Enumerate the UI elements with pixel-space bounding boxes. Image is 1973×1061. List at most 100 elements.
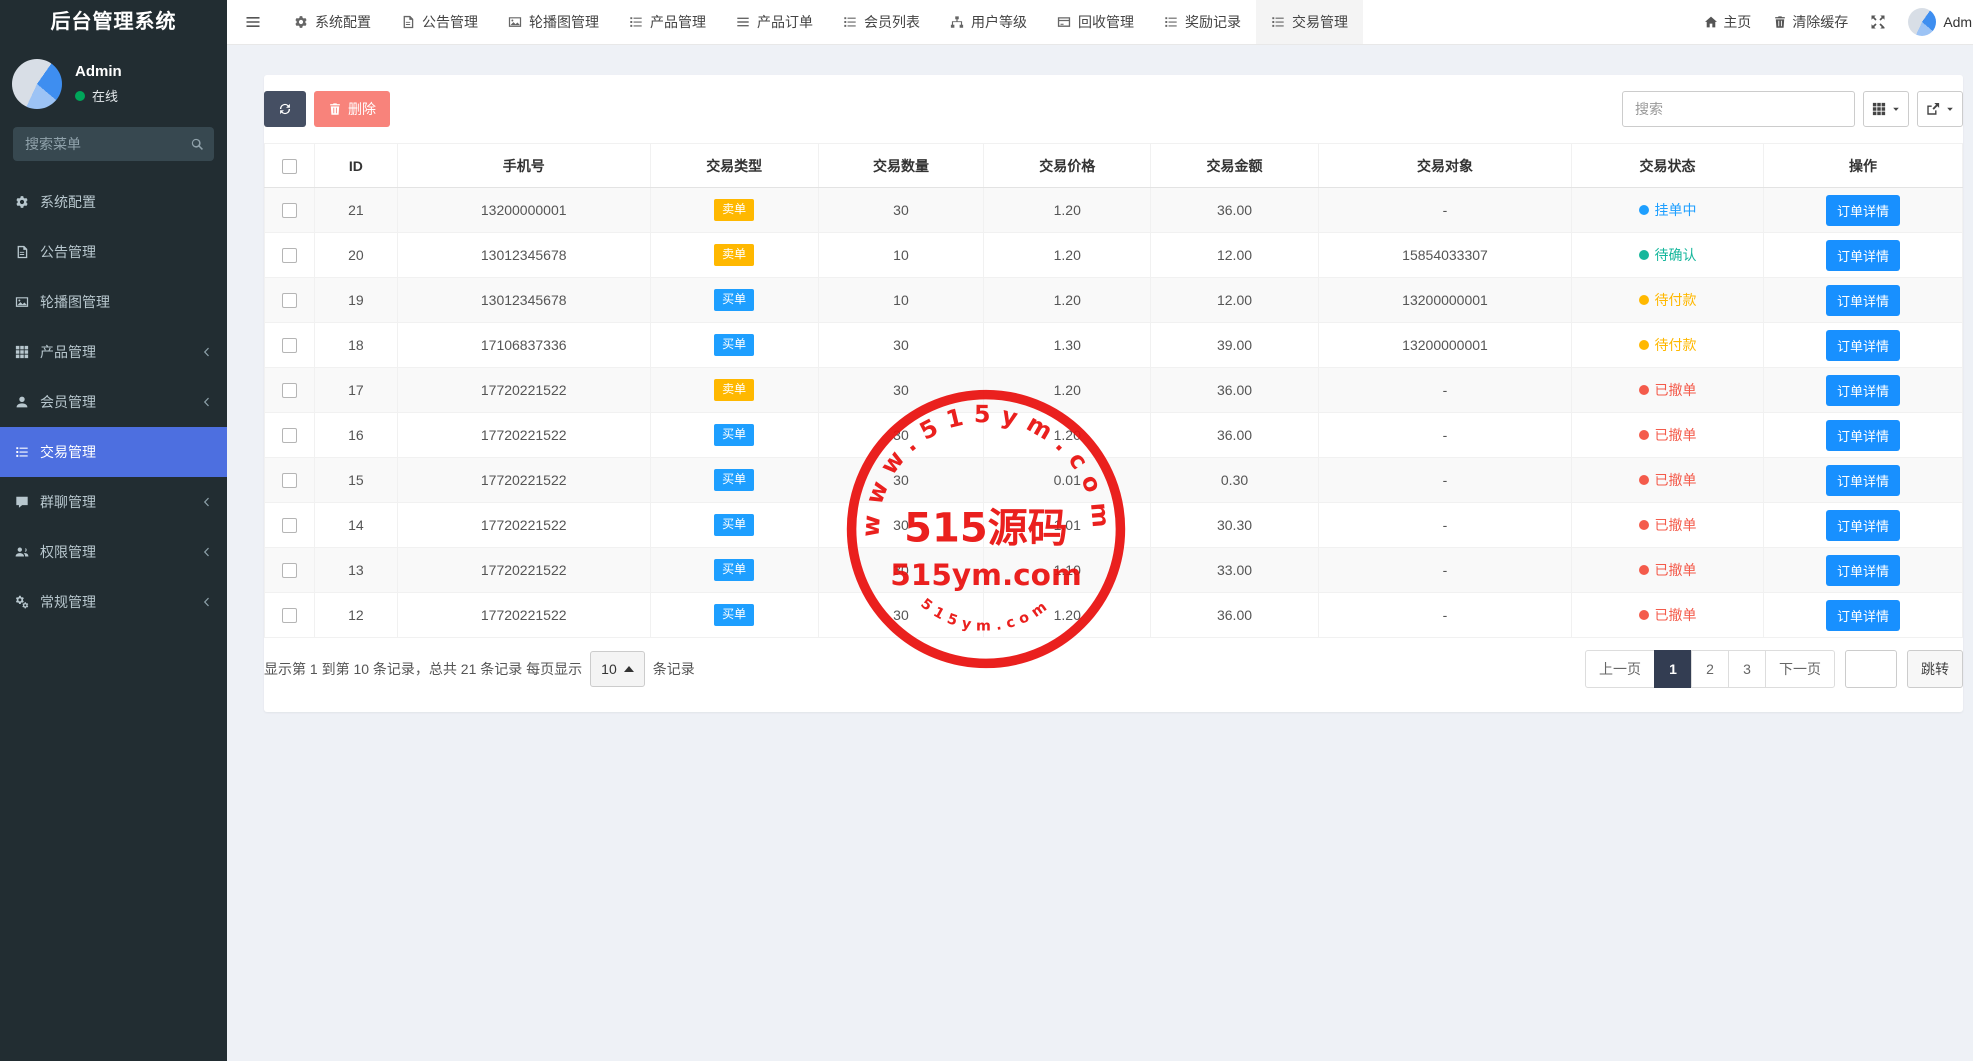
image-icon [508,15,522,29]
table-row: 20 13012345678 卖单 10 1.20 12.00 15854033… [265,233,1963,278]
row-checkbox[interactable] [282,203,297,218]
order-detail-button[interactable]: 订单详情 [1826,465,1900,496]
column-header: 交易状态 [1572,144,1764,188]
table-search-input[interactable] [1622,91,1855,127]
row-checkbox[interactable] [282,293,297,308]
search-icon[interactable] [190,137,204,151]
sidebar-item-permissions[interactable]: 权限管理 [0,527,227,577]
row-checkbox[interactable] [282,383,297,398]
type-badge: 买单 [714,424,754,446]
tab-user-levels[interactable]: 用户等级 [935,0,1042,44]
avatar[interactable] [12,59,62,109]
sidebar: 后台管理系统 Admin 在线 系统配置 公告管理 [0,0,227,1061]
page-button-3[interactable]: 3 [1728,650,1766,688]
jump-button[interactable]: 跳转 [1907,650,1963,688]
column-header: 交易对象 [1318,144,1571,188]
type-badge: 买单 [714,334,754,356]
tab-rewards[interactable]: 奖励记录 [1149,0,1256,44]
order-detail-button[interactable]: 订单详情 [1826,330,1900,361]
type-badge: 买单 [714,514,754,536]
order-detail-button[interactable]: 订单详情 [1826,375,1900,406]
row-checkbox[interactable] [282,518,297,533]
tab-announcements[interactable]: 公告管理 [386,0,493,44]
order-detail-button[interactable]: 订单详情 [1826,420,1900,451]
column-header: 交易价格 [984,144,1151,188]
table-row: 16 17720221522 买单 30 1.20 36.00 - 已撤单 订单… [265,413,1963,458]
page-button-1[interactable]: 1 [1654,650,1692,688]
next-page-button[interactable]: 下一页 [1765,650,1835,688]
column-header: 交易数量 [818,144,984,188]
order-detail-button[interactable]: 订单详情 [1826,240,1900,271]
gear-icon [294,15,308,29]
order-detail-button[interactable]: 订单详情 [1826,195,1900,226]
table-row: 12 17720221522 买单 30 1.20 36.00 - 已撤单 订单… [265,593,1963,638]
trash-icon [328,102,342,116]
home-link[interactable]: 主页 [1704,12,1751,32]
sidebar-item-system-config[interactable]: 系统配置 [0,177,227,227]
column-header: 操作 [1763,144,1962,188]
menu-toggle[interactable] [227,0,279,44]
file-icon [401,15,415,29]
clear-cache-link[interactable]: 清除缓存 [1773,12,1848,32]
type-badge: 买单 [714,289,754,311]
tab-system-config[interactable]: 系统配置 [279,0,386,44]
select-all-checkbox[interactable] [282,159,297,174]
sidebar-item-members[interactable]: 会员管理 [0,377,227,427]
order-detail-button[interactable]: 订单详情 [1826,285,1900,316]
jump-page-input[interactable] [1845,650,1897,688]
column-header: 手机号 [397,144,650,188]
sidebar-item-general[interactable]: 常规管理 [0,577,227,627]
sidebar-item-announcements[interactable]: 公告管理 [0,227,227,277]
status-badge: 待确认 [1639,245,1697,265]
tab-transactions[interactable]: 交易管理 [1256,0,1363,44]
type-badge: 卖单 [714,379,754,401]
home-icon [1704,15,1718,29]
order-detail-button[interactable]: 订单详情 [1826,600,1900,631]
pagination: 上一页 1 2 3 下一页 跳转 [1585,650,1963,688]
columns-dropdown-button[interactable] [1863,91,1909,127]
tab-recycle[interactable]: 回收管理 [1042,0,1149,44]
image-icon [15,295,29,309]
refresh-button[interactable] [264,91,306,127]
page-size-select[interactable]: 10 [590,651,645,687]
row-checkbox[interactable] [282,473,297,488]
user-menu-label: Admin [1943,14,1973,30]
tab-product-orders[interactable]: 产品订单 [721,0,828,44]
sidebar-item-group-chat[interactable]: 群聊管理 [0,477,227,527]
status-badge: 待付款 [1639,335,1697,355]
row-checkbox[interactable] [282,563,297,578]
row-checkbox[interactable] [282,608,297,623]
user-menu[interactable]: Admin [1908,8,1973,36]
export-dropdown-button[interactable] [1917,91,1963,127]
users-icon [15,545,29,559]
table-footer: 显示第 1 到第 10 条记录，总共 21 条记录 每页显示 10 条记录 上一… [264,650,1963,688]
topnav-tabs: 系统配置 公告管理 轮播图管理 产品管理 产品订单 会员列表 用户等级 回收管理… [279,0,1363,44]
grid-icon [1872,102,1886,116]
sidebar-item-carousel[interactable]: 轮播图管理 [0,277,227,327]
tab-products[interactable]: 产品管理 [614,0,721,44]
column-header: 交易类型 [650,144,818,188]
row-checkbox[interactable] [282,338,297,353]
expand-icon [1870,14,1886,30]
row-checkbox[interactable] [282,248,297,263]
delete-button[interactable]: 删除 [314,91,390,127]
user-status: 在线 [75,86,122,105]
table-row: 17 17720221522 卖单 30 1.20 36.00 - 已撤单 订单… [265,368,1963,413]
tab-member-list[interactable]: 会员列表 [828,0,935,44]
sidebar-item-transactions[interactable]: 交易管理 [0,427,227,477]
column-header: 交易金额 [1151,144,1319,188]
table-row: 21 13200000001 卖单 30 1.20 36.00 - 挂单中 订单… [265,188,1963,233]
caret-down-icon [1891,104,1901,114]
fullscreen-toggle[interactable] [1870,14,1886,30]
prev-page-button[interactable]: 上一页 [1585,650,1655,688]
sidebar-item-label: 权限管理 [40,542,96,562]
order-detail-button[interactable]: 订单详情 [1826,555,1900,586]
page-button-2[interactable]: 2 [1691,650,1729,688]
row-checkbox[interactable] [282,428,297,443]
order-detail-button[interactable]: 订单详情 [1826,510,1900,541]
tab-carousel[interactable]: 轮播图管理 [493,0,614,44]
app-title[interactable]: 后台管理系统 [0,0,227,45]
comment-icon [15,495,29,509]
sidebar-item-products[interactable]: 产品管理 [0,327,227,377]
sidebar-search-input[interactable] [13,127,214,161]
